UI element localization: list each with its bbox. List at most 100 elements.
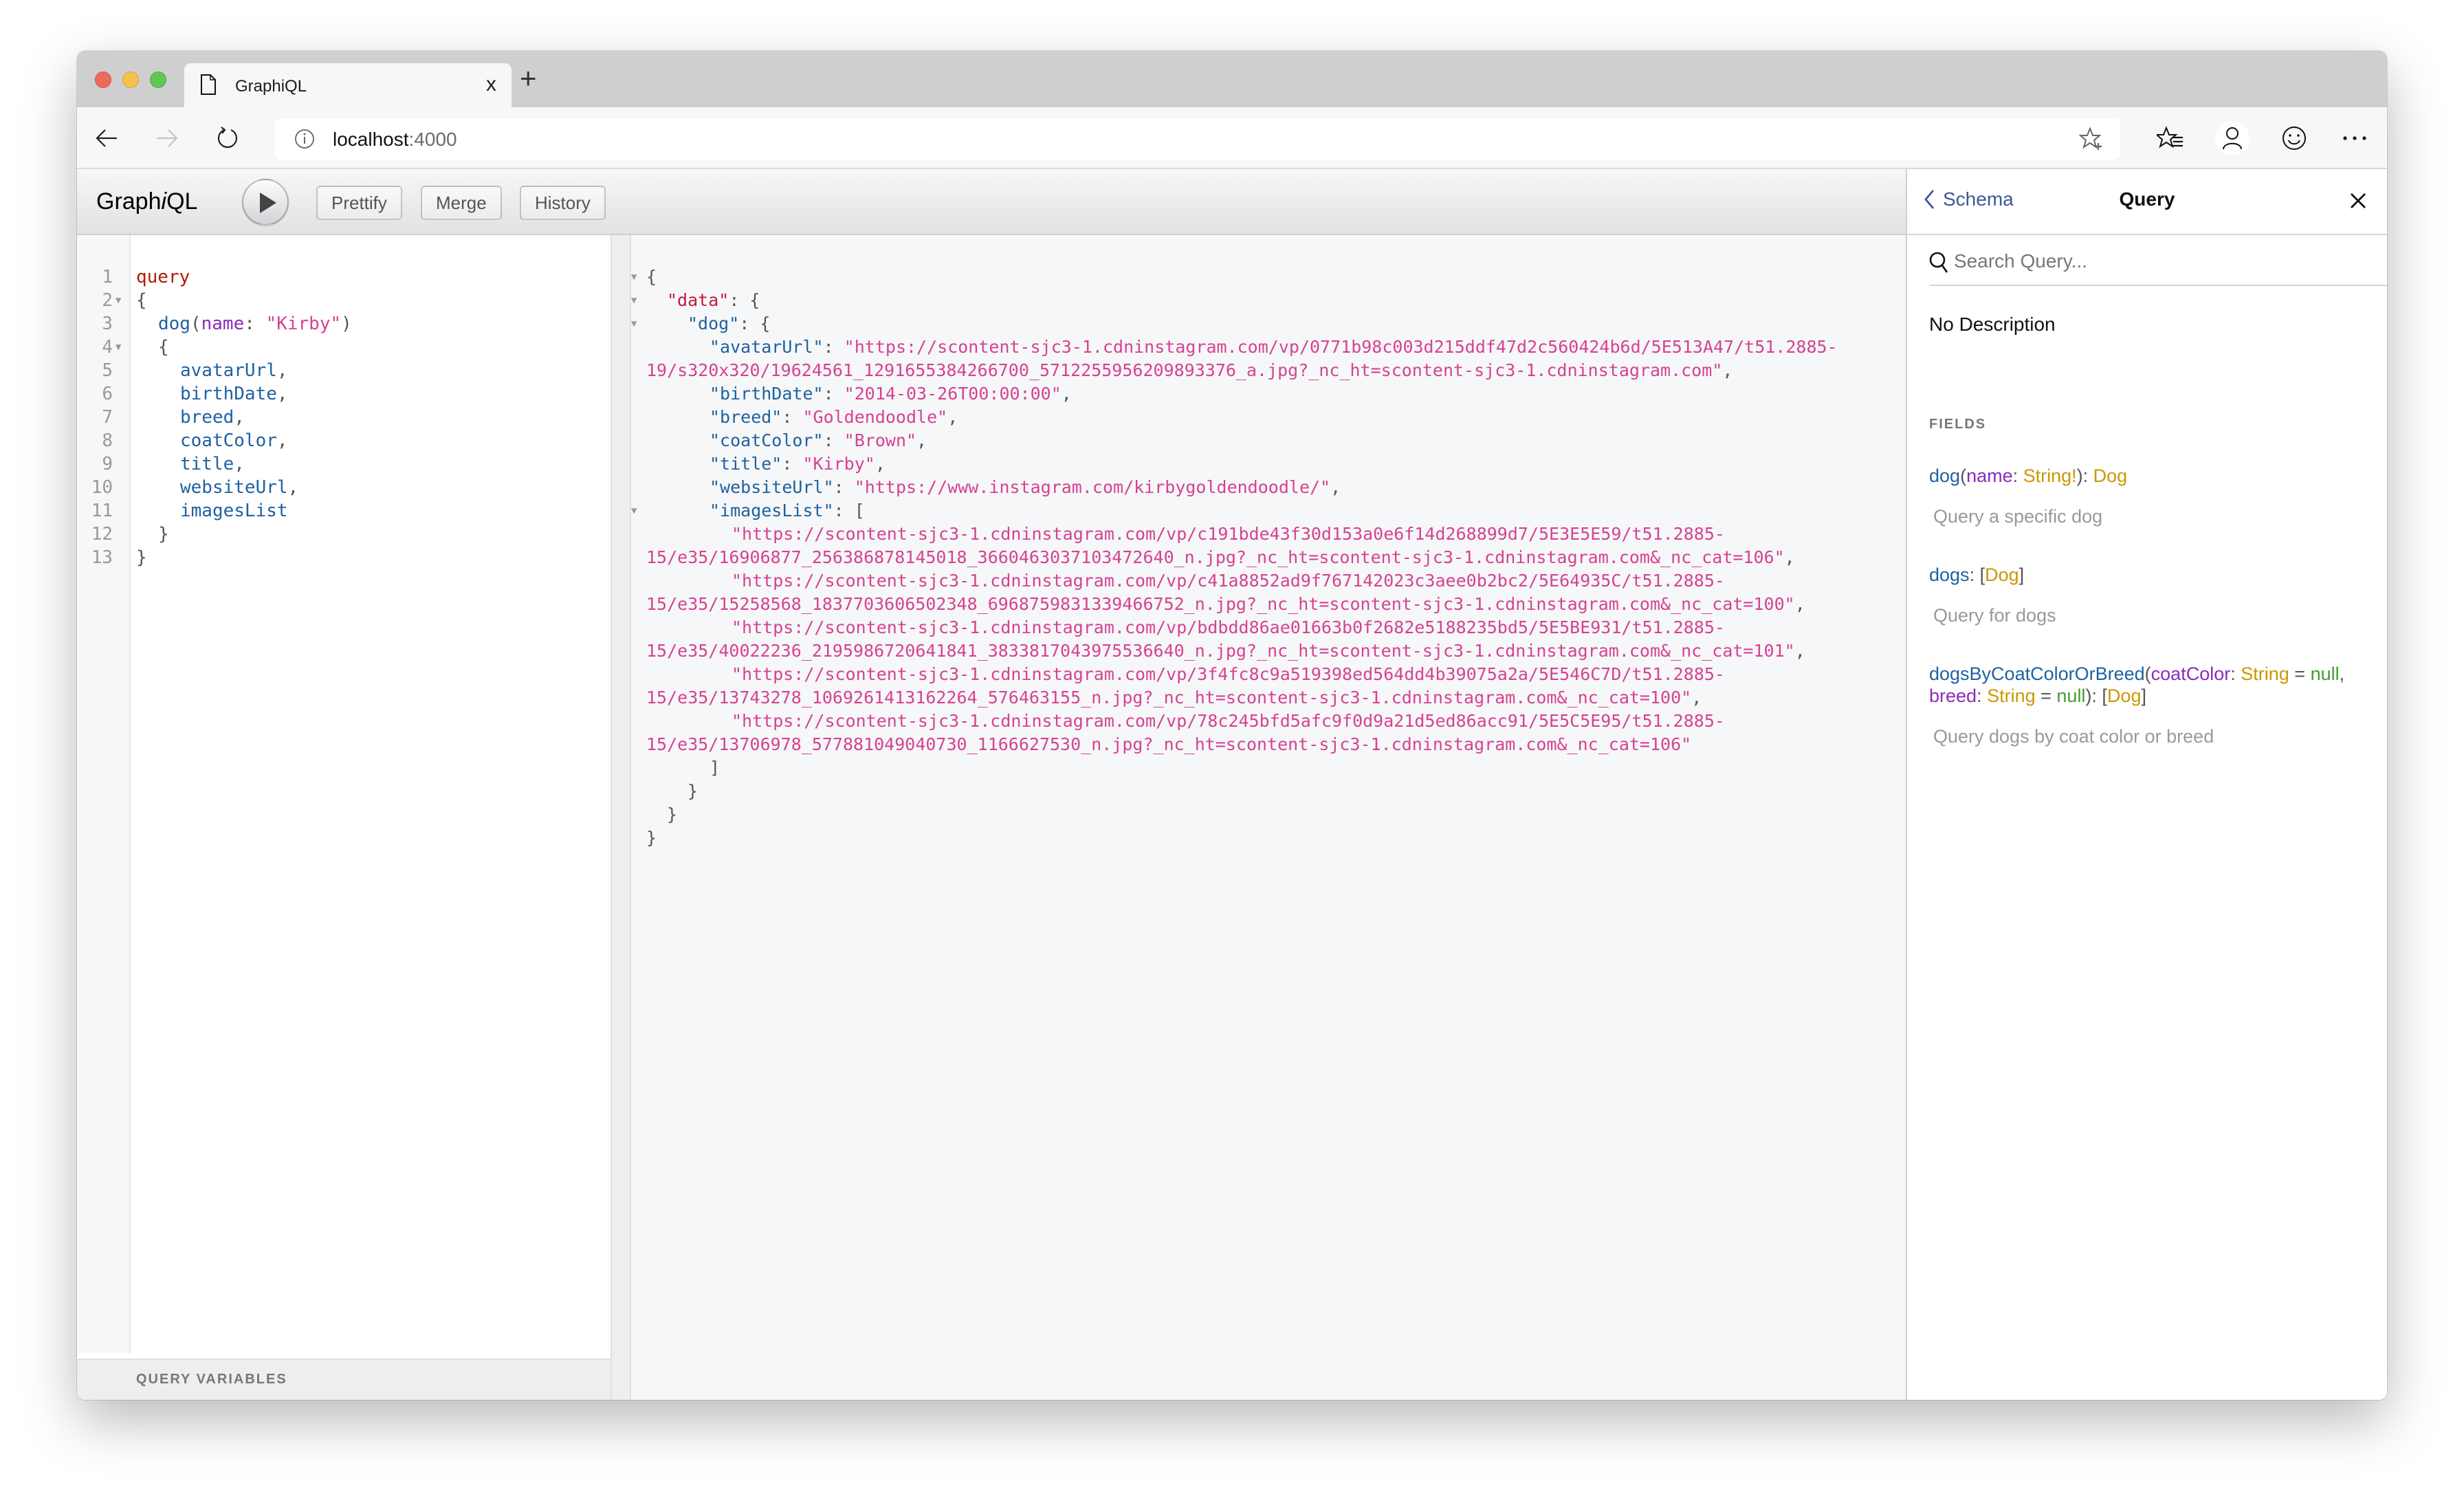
maximize-window-button[interactable]	[150, 72, 166, 88]
json-string: 15/e35/13706978_577881049040730_11666275…	[646, 734, 1692, 754]
line-number: 9	[102, 454, 113, 474]
profile-button[interactable]	[2215, 121, 2250, 155]
fold-arrow-icon[interactable]: ▼	[631, 265, 637, 289]
json-string: "Kirby"	[802, 454, 875, 474]
pane-resize-handle[interactable]	[612, 235, 631, 1400]
line-number: 13	[91, 547, 113, 568]
field-name: dog	[158, 314, 190, 334]
json-string: "https://scontent-sjc3-1.cdninstagram.co…	[732, 524, 1725, 544]
arg-name: name	[201, 314, 245, 334]
json-string: 15/e35/13743278_1069261413162264_5764631…	[646, 688, 1692, 707]
brace: {	[136, 290, 147, 311]
page-icon	[201, 74, 216, 95]
docs-back-button[interactable]: Schema	[1924, 188, 2014, 210]
add-favorite-icon[interactable]	[2079, 127, 2104, 151]
type-link[interactable]: String	[1987, 685, 2036, 706]
info-icon[interactable]	[294, 129, 315, 149]
field-name-link[interactable]: dog	[1929, 465, 1960, 486]
line-number: 10	[91, 477, 113, 498]
result-line: 15/e35/13706978_577881049040730_11666275…	[646, 733, 1921, 756]
execute-query-button[interactable]	[242, 179, 289, 226]
result-line: "https://scontent-sjc3-1.cdninstagram.co…	[646, 710, 1921, 733]
fold-arrow-icon[interactable]: ▼	[631, 499, 637, 523]
code-line: 7 breed,	[77, 406, 610, 429]
result-line: ]	[710, 758, 720, 778]
url-text[interactable]: localhost:4000	[333, 129, 457, 151]
json-string: "https://scontent-sjc3-1.cdninstagram.co…	[732, 571, 1725, 591]
result-line: }	[667, 804, 678, 824]
fold-arrow-icon[interactable]: ▼	[631, 312, 637, 336]
reload-icon	[217, 127, 238, 149]
more-options-button[interactable]	[2338, 121, 2372, 155]
result-line: }	[688, 781, 698, 801]
field-description: Query for dogs	[1933, 605, 2056, 626]
query-variables-toggle[interactable]: QUERY VARIABLES	[77, 1359, 610, 1400]
field-name-link[interactable]: dogs	[1929, 564, 1970, 585]
fold-arrow-icon[interactable]: ▼	[116, 336, 121, 359]
field-dogs-by-coat-color-or-breed: dogsByCoatColorOrBreed(coatColor: String…	[1929, 663, 2345, 706]
brace: }	[158, 524, 169, 545]
default-value: null	[2056, 685, 2086, 706]
type-link[interactable]: String	[2241, 663, 2289, 684]
json-string: 19/s320x320/19624561_1291655384266700_57…	[646, 360, 1723, 380]
result-line: ▼ "imagesList": [	[631, 499, 1921, 523]
arrow-right-icon	[157, 129, 178, 147]
return-type-link[interactable]: Dog	[1985, 564, 2019, 585]
code-line: 9 title,	[77, 452, 610, 476]
field-name: avatarUrl	[180, 360, 277, 381]
tab-title: GraphiQL	[235, 77, 307, 96]
code-line: 13}	[77, 546, 610, 569]
json-string: "https://scontent-sjc3-1.cdninstagram.co…	[732, 617, 1725, 637]
query-code[interactable]: 1 query 2 ▼{ 3 dog(name: "Kirby") 4 ▼{ 5 avat…	[77, 265, 610, 569]
feedback-button[interactable]	[2277, 121, 2311, 155]
query-editor[interactable]: 1 query 2 ▼{ 3 dog(name: "Kirby") 4 ▼{ 5 avat…	[77, 235, 612, 1400]
json-string: "2014-03-26T00:00:00"	[844, 384, 1062, 404]
result-line: "https://scontent-sjc3-1.cdninstagram.co…	[646, 663, 1921, 686]
arg-name: name	[1966, 465, 2013, 486]
field-name: coatColor	[180, 430, 277, 451]
favorites-button[interactable]	[2153, 121, 2188, 155]
arg-name: breed	[1929, 685, 1977, 706]
prettify-button[interactable]: Prettify	[316, 186, 402, 220]
json-string: 15/e35/40022236_2195986720641841_3833817…	[646, 641, 1795, 661]
result-line: 15/e35/13743278_1069261413162264_5764631…	[646, 688, 1702, 707]
reload-button[interactable]	[210, 121, 245, 155]
result-line: 15/e35/16906877_256386878145018_36604630…	[646, 547, 1795, 567]
smiley-icon	[2282, 127, 2306, 150]
default-value: null	[2310, 663, 2340, 684]
close-window-button[interactable]	[95, 72, 111, 88]
favorites-list-icon	[2157, 126, 2183, 149]
line-number: 3	[102, 314, 113, 334]
result-line: "https://scontent-sjc3-1.cdninstagram.co…	[646, 616, 1921, 639]
close-tab-icon[interactable]: x	[486, 73, 496, 96]
fold-arrow-icon[interactable]: ▼	[631, 289, 637, 312]
fold-arrow-icon[interactable]: ▼	[116, 289, 121, 312]
return-type-link[interactable]: Dog	[2093, 465, 2128, 486]
json-key: "websiteUrl"	[710, 477, 834, 497]
logo-text-i: i	[161, 188, 167, 215]
new-tab-button[interactable]: +	[520, 62, 537, 95]
address-bar[interactable]: localhost:4000	[275, 118, 2120, 160]
result-line: "avatarUrl": "https://scontent-sjc3-1.cd…	[710, 337, 1838, 357]
type-link[interactable]: String!	[2023, 465, 2077, 486]
forward-button[interactable]	[150, 121, 184, 155]
return-type-link[interactable]: Dog	[2107, 685, 2142, 706]
line-number: 7	[102, 407, 113, 428]
minimize-window-button[interactable]	[122, 72, 139, 88]
history-button[interactable]: History	[520, 186, 606, 220]
field-name: imagesList	[180, 501, 288, 521]
code-line: 3 dog(name: "Kirby")	[77, 312, 610, 336]
merge-button[interactable]: Merge	[421, 186, 502, 220]
docs-back-label: Schema	[1943, 188, 2014, 210]
arg-name: coatColor	[2150, 663, 2231, 684]
tab-graphiql[interactable]: GraphiQL x	[184, 63, 512, 107]
docs-search-input[interactable]	[1954, 248, 2366, 275]
result-line: "https://scontent-sjc3-1.cdninstagram.co…	[646, 569, 1921, 593]
field-name-link[interactable]: dogsByCoatColorOrBreed	[1929, 663, 2145, 684]
code-line: 6 birthDate,	[77, 382, 610, 406]
field-name: title	[180, 454, 234, 474]
dog-field-call: dog(name: "Kirby")	[158, 314, 352, 334]
close-icon[interactable]	[2344, 187, 2372, 215]
back-button[interactable]	[89, 121, 124, 155]
code-line: 11 imagesList	[77, 499, 610, 523]
